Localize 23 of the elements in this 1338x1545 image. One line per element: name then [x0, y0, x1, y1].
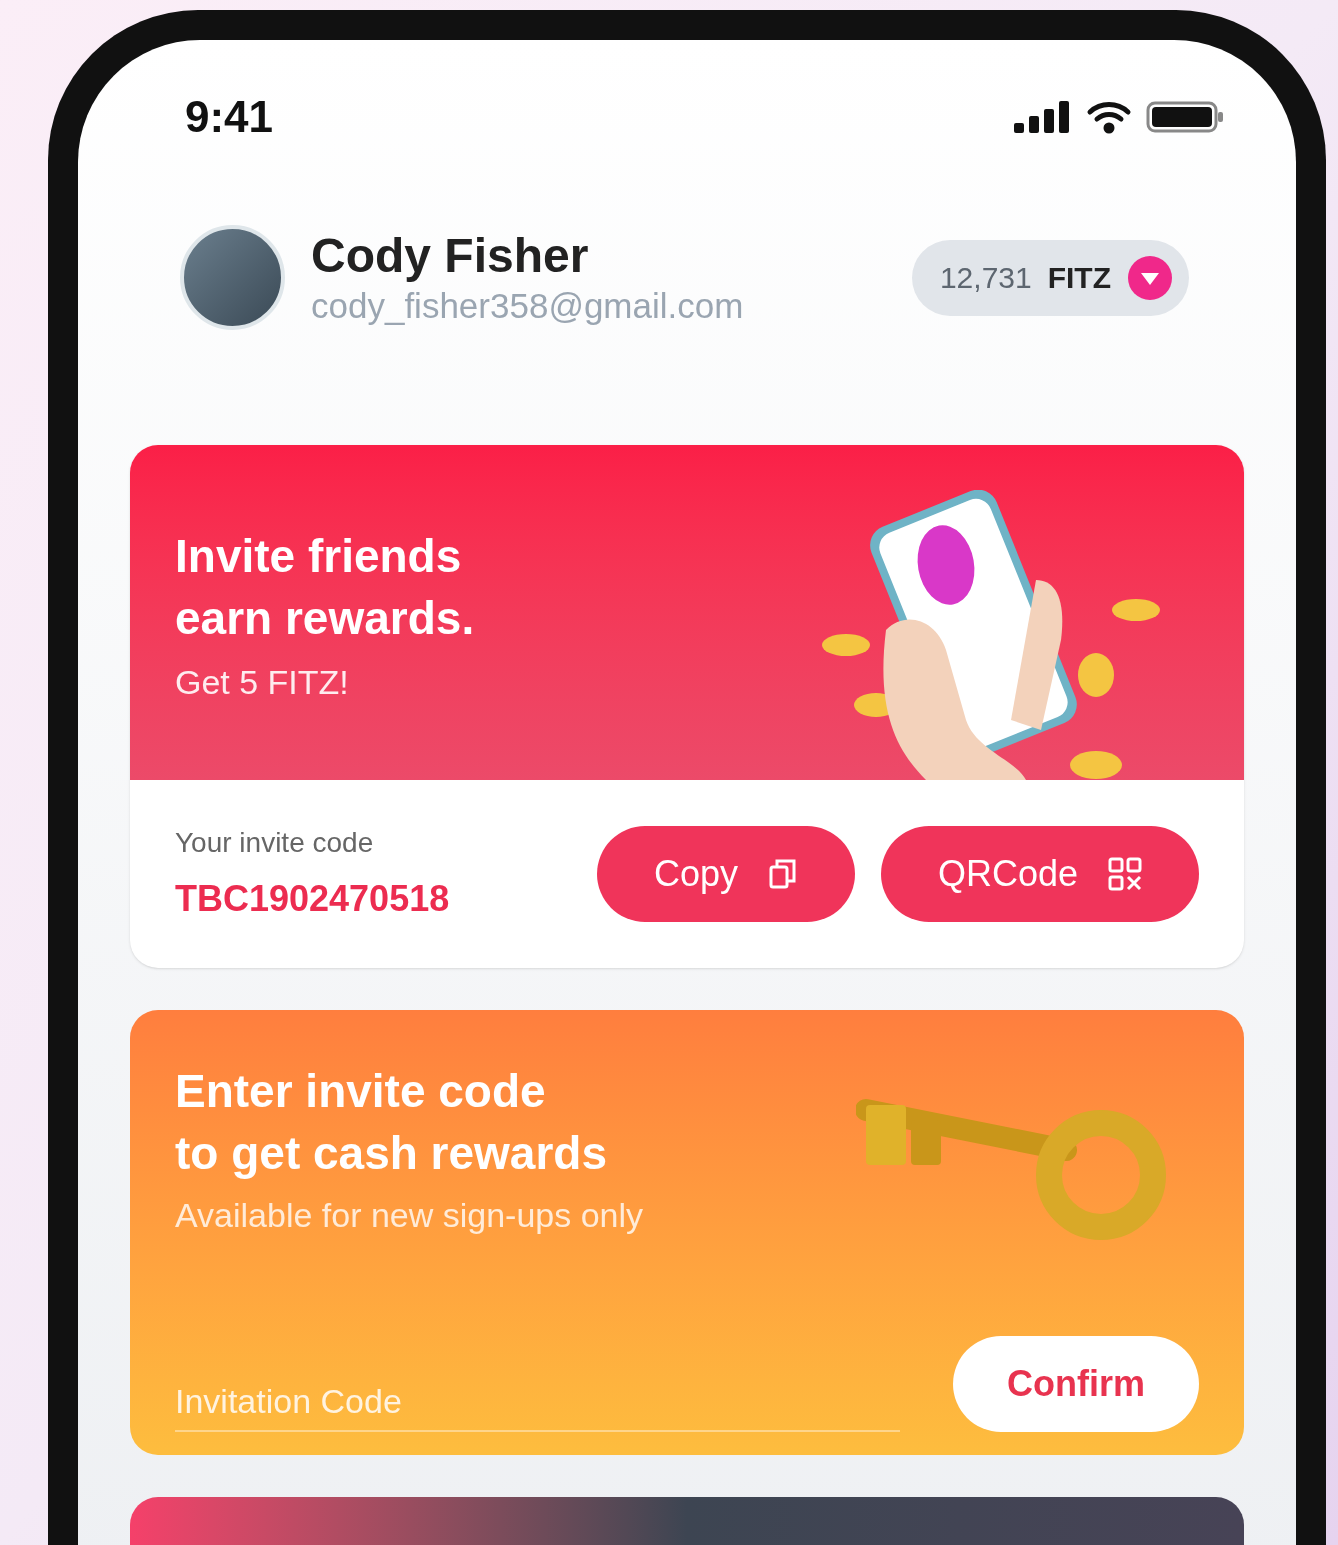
profile-email: cody_fisher358@gmail.com — [311, 284, 744, 327]
confirm-button[interactable]: Confirm — [953, 1336, 1199, 1432]
wifi-icon — [1086, 100, 1132, 134]
invite-code: TBC1902470518 — [175, 877, 450, 921]
status-time: 9:41 — [185, 91, 274, 143]
profile-name: Cody Fisher — [311, 227, 590, 284]
coin-icon — [1127, 254, 1173, 301]
enter-code-title: Enter invite code — [175, 1064, 546, 1119]
invite-title: earn rewards. — [175, 591, 475, 646]
battery-icon — [1146, 101, 1224, 133]
qr-code-icon — [1108, 857, 1143, 891]
copy-button[interactable]: Copy — [597, 826, 855, 922]
invite-code-label: Your invite code — [175, 826, 375, 860]
copy-icon — [768, 858, 798, 890]
qr-code-button[interactable]: QRCode — [881, 826, 1199, 922]
enter-code-subtitle: Available for new sign-ups only — [175, 1195, 644, 1236]
balance-unit: FITZ — [1047, 260, 1111, 296]
invite-subtitle: Get 5 FITZ! — [175, 662, 349, 703]
balance-amount: 12,731 — [939, 260, 1032, 296]
invite-title: Invite friends — [175, 529, 462, 584]
invitation-code-field[interactable]: Invitation Code — [175, 1372, 900, 1432]
signal-icon — [1014, 101, 1072, 133]
enter-code-title: to get cash rewards — [175, 1126, 608, 1181]
